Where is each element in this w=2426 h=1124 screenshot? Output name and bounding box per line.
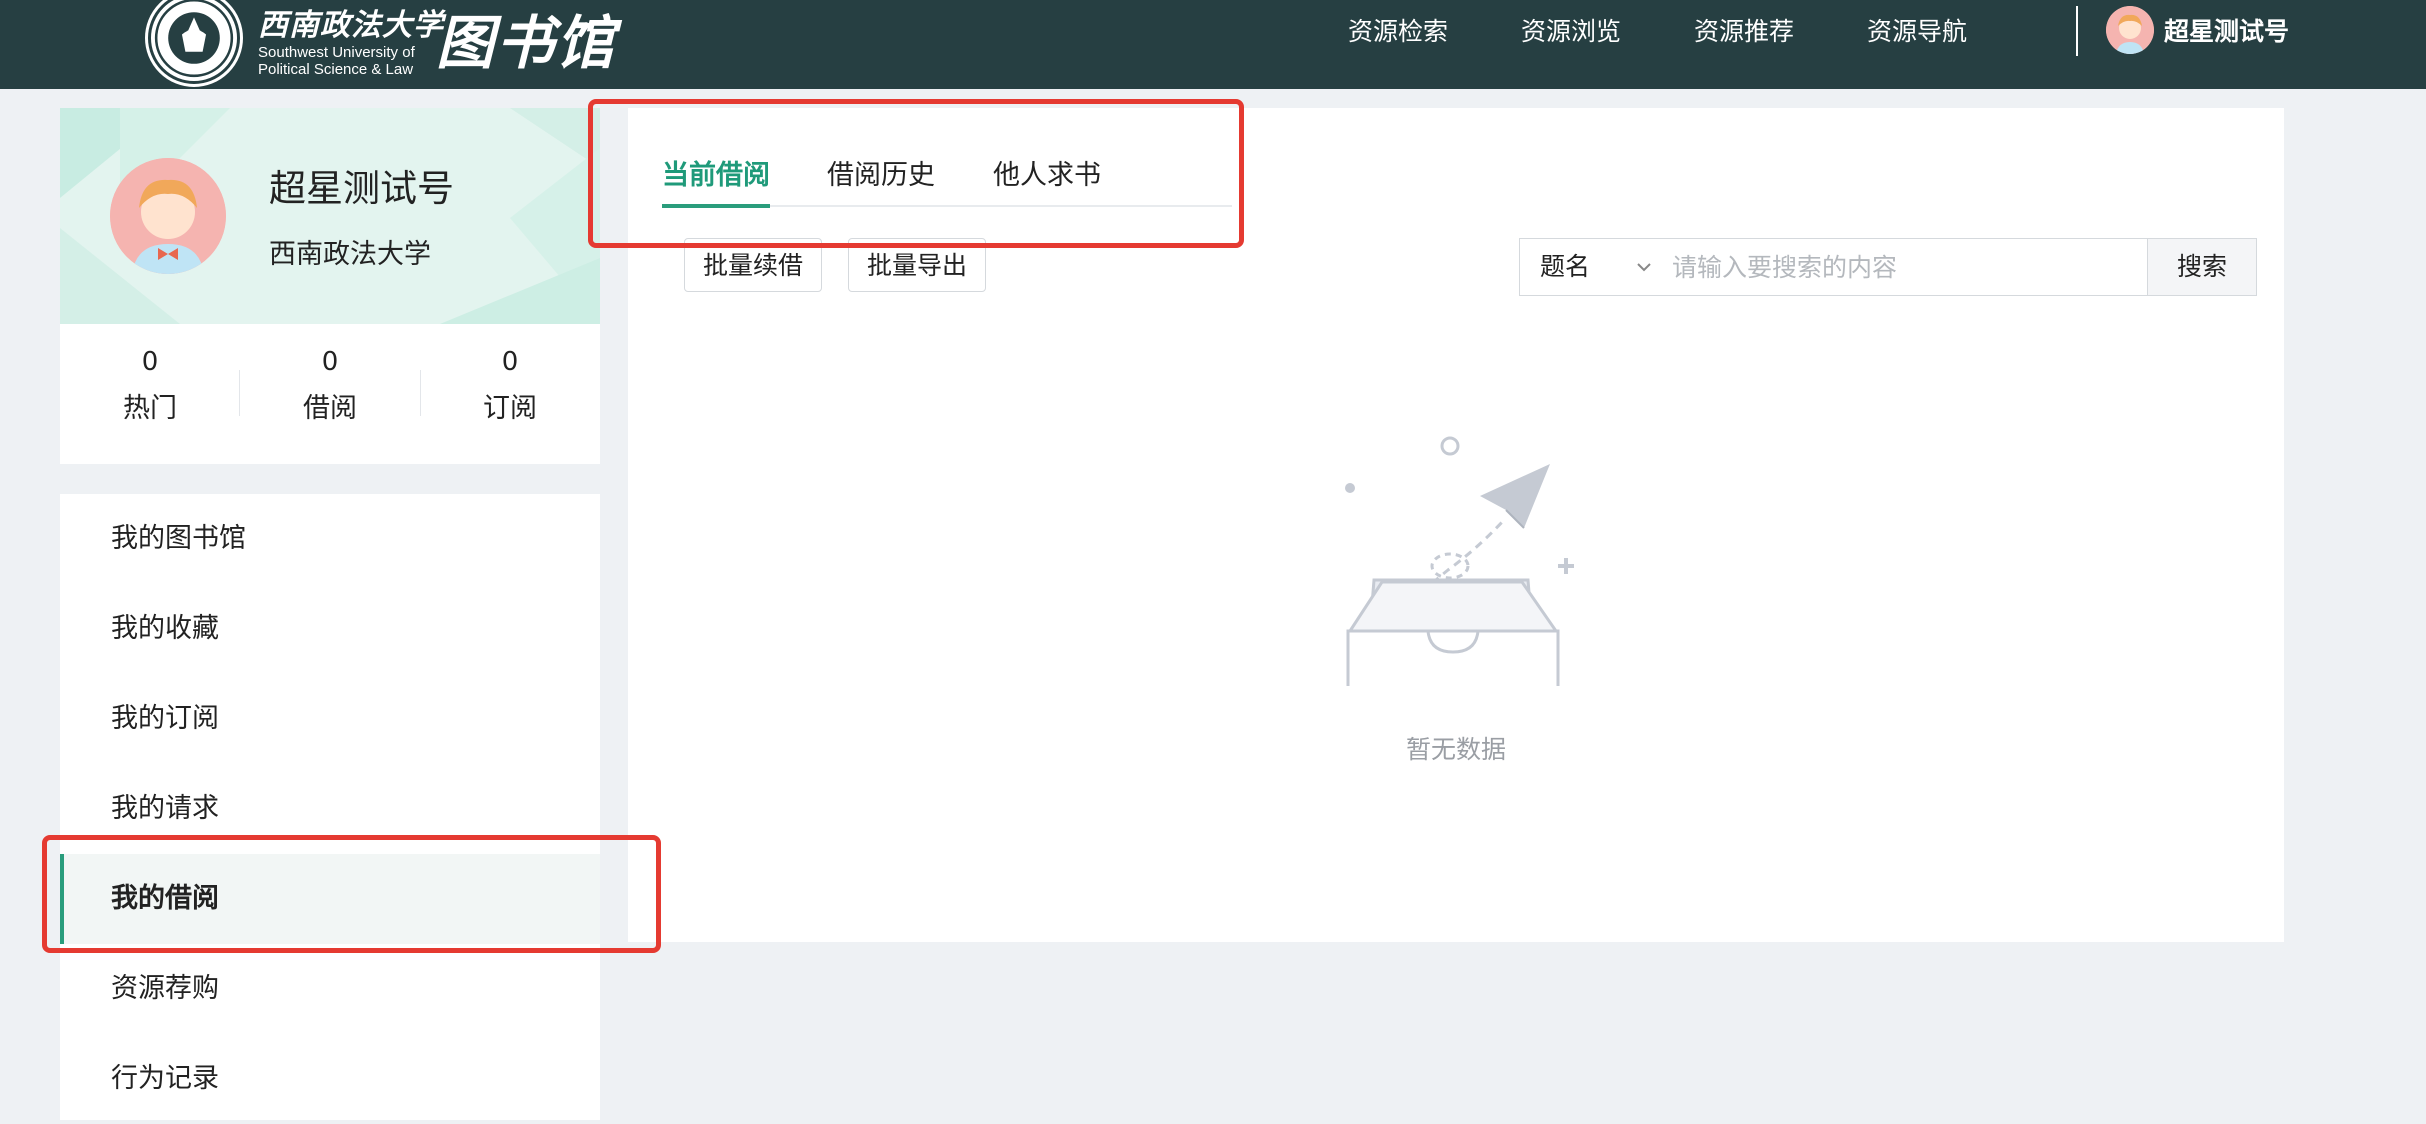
- sidebar-item-my-requests[interactable]: 我的请求: [60, 764, 600, 854]
- logo-university-name: 西南政法大学: [258, 8, 444, 43]
- batch-renew-button[interactable]: 批量续借: [684, 238, 823, 292]
- university-emblem-icon[interactable]: [145, 0, 243, 87]
- profile-name: 超星测试号: [269, 167, 454, 210]
- stat-subscribe-label: 订阅: [483, 393, 537, 424]
- tab-current-borrowing[interactable]: 当前借阅: [662, 148, 770, 204]
- nav-resource-search[interactable]: 资源检索: [1348, 14, 1448, 50]
- top-navbar: 西南政法大学 Southwest University of Political…: [0, 0, 2426, 89]
- sidebar-item-my-favorites[interactable]: 我的收藏: [60, 584, 600, 674]
- profile-header: 超星测试号 西南政法大学: [60, 108, 600, 324]
- tab-others-requests[interactable]: 他人求书: [993, 148, 1101, 204]
- search-input[interactable]: [1670, 239, 2150, 295]
- stat-hot[interactable]: 0 热门: [60, 340, 240, 434]
- active-tab-indicator: [662, 204, 770, 208]
- chevron-down-icon: [1637, 263, 1651, 272]
- stat-hot-label: 热门: [123, 393, 177, 424]
- sidebar-item-activity-log[interactable]: 行为记录: [60, 1034, 600, 1124]
- sidebar-item-resource-recommend[interactable]: 资源荐购: [60, 944, 600, 1034]
- tab-borrowing-history[interactable]: 借阅历史: [827, 148, 935, 204]
- sidebar-menu: 我的图书馆 我的收藏 我的订阅 我的请求 我的借阅 资源荐购 行为记录: [60, 494, 600, 1120]
- user-avatar[interactable]: [2106, 6, 2154, 54]
- search-field-select[interactable]: 题名: [1520, 239, 1670, 295]
- logo-english-name: Southwest University of Political Scienc…: [258, 44, 415, 78]
- nav-resource-recommend[interactable]: 资源推荐: [1694, 14, 1794, 50]
- stat-subscribe[interactable]: 0 订阅: [420, 340, 600, 434]
- profile-card: 超星测试号 西南政法大学 0 热门 0 借阅 0 订阅: [60, 108, 600, 464]
- stat-subscribe-value: 0: [501, 347, 519, 377]
- batch-export-button[interactable]: 批量导出: [848, 238, 987, 292]
- main-panel: 当前借阅 借阅历史 他人求书 批量续借 批量导出 题名 搜索 暂无数据: [628, 108, 2284, 942]
- nav-resource-browse[interactable]: 资源浏览: [1521, 14, 1621, 50]
- sidebar-item-my-borrowing[interactable]: 我的借阅: [60, 854, 600, 944]
- logo-library-title[interactable]: 图书馆: [436, 0, 616, 80]
- nav-divider: [2076, 6, 2078, 56]
- stat-borrow-value: 0: [321, 347, 339, 377]
- search-field-value: 题名: [1540, 252, 1591, 281]
- profile-avatar[interactable]: [110, 158, 226, 274]
- empty-inbox-icon: [1345, 436, 1574, 686]
- sidebar-item-my-library[interactable]: 我的图书馆: [60, 494, 600, 584]
- nav-resource-navigation[interactable]: 资源导航: [1867, 14, 1967, 50]
- stat-hot-value: 0: [141, 347, 159, 377]
- profile-school: 西南政法大学: [269, 239, 431, 270]
- search-bar: 题名 搜索: [1519, 238, 2257, 296]
- sidebar-item-my-subscriptions[interactable]: 我的订阅: [60, 674, 600, 764]
- nav-user-name[interactable]: 超星测试号: [2164, 12, 2289, 48]
- stat-borrow-label: 借阅: [303, 393, 357, 424]
- search-button[interactable]: 搜索: [2147, 239, 2256, 295]
- empty-state-text: 暂无数据: [1405, 735, 1506, 764]
- stat-borrow[interactable]: 0 借阅: [240, 340, 420, 434]
